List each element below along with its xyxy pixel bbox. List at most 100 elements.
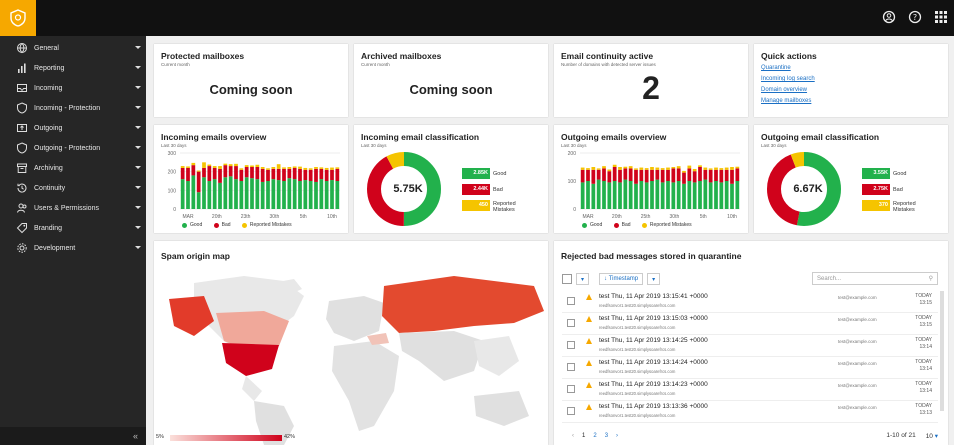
bar-good: [660, 182, 665, 209]
bar-good: [319, 179, 324, 209]
bar-bad: [207, 166, 212, 181]
bar-reported-mistakes: [634, 168, 638, 170]
bar-bad: [586, 169, 590, 181]
outgoing-overview-card: Outgoing emails overview Last 30 days 20…: [554, 125, 748, 233]
select-dropdown-button[interactable]: ▾: [576, 273, 590, 285]
row-checkbox[interactable]: [567, 363, 575, 371]
collapse-sidebar-button[interactable]: «: [0, 427, 146, 445]
bar-good: [714, 181, 718, 209]
sidebar-item-outgoing[interactable]: Outgoing: [0, 118, 146, 138]
message-subject[interactable]: test Thu, 11 Apr 2019 13:14:24 +0000: [599, 359, 708, 366]
bad-label: Bad: [493, 187, 503, 193]
message-subject[interactable]: test Thu, 11 Apr 2019 13:13:36 +0000: [599, 403, 708, 410]
sort-dropdown-button[interactable]: ▾: [647, 273, 661, 285]
domain-overview-link[interactable]: Domain overview: [761, 87, 807, 93]
bar-bad: [676, 168, 681, 181]
table-row[interactable]: test Thu, 11 Apr 2019 13:15:03 +0000 reed…: [562, 313, 938, 335]
bar-reported-mistakes: [671, 167, 676, 169]
row-checkbox[interactable]: [567, 297, 575, 305]
sidebar-item-users-permissions[interactable]: Users & Permissions: [0, 198, 146, 218]
sidebar-item-incoming[interactable]: Incoming: [0, 78, 146, 98]
incoming-overview-card: Incoming emails overview Last 30 days 30…: [154, 125, 348, 233]
bar-good: [303, 180, 308, 209]
row-checkbox[interactable]: [567, 319, 575, 327]
scrollbar[interactable]: [940, 291, 944, 411]
row-checkbox[interactable]: [567, 407, 575, 415]
incoming-bad-count: 2.44K: [462, 184, 490, 195]
page-3[interactable]: 3: [605, 433, 608, 439]
bar-good: [239, 181, 244, 209]
spam-origin-map-card: Spam origin map 5% 42%: [154, 241, 548, 445]
legend-reported: Reported Mistakes: [649, 222, 692, 228]
prev-page-button[interactable]: ‹: [572, 433, 574, 439]
per-page-select[interactable]: 10 ▾: [926, 432, 938, 440]
bar-reported-mistakes: [180, 166, 185, 168]
bar-reported-mistakes: [639, 167, 644, 170]
quarantine-link[interactable]: Quarantine: [761, 65, 791, 71]
sidebar-item-label: Users & Permissions: [34, 204, 99, 212]
table-row[interactable]: test Thu, 11 Apr 2019 13:14:25 +0000 reed…: [562, 335, 938, 357]
chevron-down-icon: [135, 126, 141, 129]
row-checkbox[interactable]: [567, 341, 575, 349]
sidebar-item-archiving[interactable]: Archiving: [0, 158, 146, 178]
timestamp-sort-button[interactable]: ↓ Timestamp: [599, 273, 644, 285]
bar-bad: [324, 169, 329, 181]
bar-good: [335, 181, 340, 209]
bar-bad: [724, 169, 729, 181]
x-tick-label: 5th: [700, 214, 707, 220]
card-title: Archived mailboxes: [361, 51, 442, 61]
sidebar-item-general[interactable]: General: [0, 38, 146, 58]
message-subject[interactable]: test Thu, 11 Apr 2019 13:15:41 +0000: [599, 293, 708, 300]
select-all-checkbox[interactable]: [562, 274, 572, 284]
message-subject[interactable]: test Thu, 11 Apr 2019 13:15:03 +0000: [599, 315, 708, 322]
page-2[interactable]: 2: [593, 433, 596, 439]
user-icon[interactable]: [882, 10, 896, 24]
sidebar-item-incoming-protection[interactable]: Incoming - Protection: [0, 98, 146, 118]
sidebar-item-continuity[interactable]: Continuity: [0, 178, 146, 198]
bar-good: [724, 181, 729, 209]
manage-mailboxes-link[interactable]: Manage mailboxes: [761, 98, 811, 104]
x-tick-label: 20th: [612, 214, 622, 220]
bar-bad: [228, 166, 233, 177]
sidebar-item-branding[interactable]: Branding: [0, 218, 146, 238]
reported-label: Reported Mistakes: [493, 201, 516, 213]
message-day: TODAY: [915, 337, 932, 343]
pagination: ‹ 1 2 3 ›: [572, 433, 618, 439]
bar-good: [298, 181, 302, 209]
sidebar-item-reporting[interactable]: Reporting: [0, 58, 146, 78]
next-page-button[interactable]: ›: [616, 433, 618, 439]
table-row[interactable]: test Thu, 11 Apr 2019 13:15:41 +0000 reed…: [562, 291, 938, 313]
bar-bad: [639, 169, 644, 181]
quarantine-card: Rejected bad messages stored in quaranti…: [554, 241, 948, 445]
incoming-log-search-link[interactable]: Incoming log search: [761, 76, 815, 82]
bar-bad: [260, 168, 265, 182]
x-tick-label: MAR: [182, 214, 194, 220]
bar-reported-mistakes: [250, 165, 254, 167]
message-subject[interactable]: test Thu, 11 Apr 2019 13:14:25 +0000: [599, 337, 708, 344]
help-icon[interactable]: ?: [908, 10, 922, 24]
bar-reported-mistakes: [623, 166, 628, 169]
bar-reported-mistakes: [666, 167, 670, 170]
table-row[interactable]: test Thu, 11 Apr 2019 13:13:36 +0000 reed…: [562, 401, 938, 423]
bar-bad: [730, 169, 734, 184]
sidebar-item-outgoing-protection[interactable]: Outgoing - Protection: [0, 138, 146, 158]
bar-chart-icon: [16, 62, 28, 74]
bar-good: [607, 182, 612, 209]
message-subject[interactable]: test Thu, 11 Apr 2019 13:14:23 +0000: [599, 381, 708, 388]
message-recipient: test@example.com: [838, 405, 877, 410]
table-row[interactable]: test Thu, 11 Apr 2019 13:14:24 +0000 reed…: [562, 357, 938, 379]
bar-good: [623, 179, 628, 209]
sidebar-item-development[interactable]: Development: [0, 238, 146, 258]
bar-bad: [703, 169, 708, 180]
quarantine-search-input[interactable]: Search... ⚲: [812, 272, 938, 285]
continuity-count: 2: [642, 70, 660, 106]
table-row[interactable]: test Thu, 11 Apr 2019 13:14:23 +0000 reed…: [562, 379, 938, 401]
apps-grid-icon[interactable]: [934, 10, 948, 24]
row-checkbox[interactable]: [567, 385, 575, 393]
y-tick-label: 100: [568, 179, 577, 185]
shield-logo-icon[interactable]: [0, 0, 36, 36]
page-1[interactable]: 1: [582, 433, 585, 439]
bar-reported-mistakes: [682, 170, 686, 173]
bar-reported-mistakes: [202, 162, 206, 168]
chevron-down-icon: [135, 66, 141, 69]
